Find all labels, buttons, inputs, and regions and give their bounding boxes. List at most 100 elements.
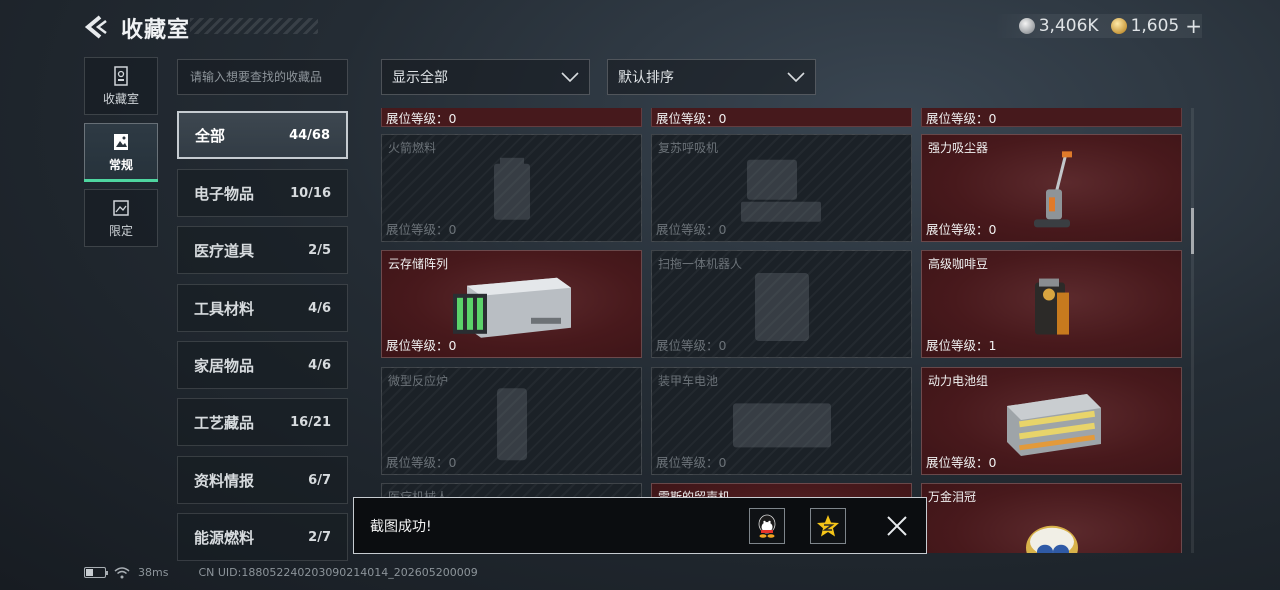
battery-icon [84,567,108,578]
item-name: 火箭燃料 [388,141,437,155]
category-count: 10/16 [290,185,331,201]
chevron-down-icon [787,72,805,82]
back-arrow-icon[interactable] [84,14,108,40]
silver-currency-value: 3,406K [1038,16,1099,36]
collection-card-rocket-fuel[interactable]: 火箭燃料 展位等级：0 [381,134,642,242]
category-intel[interactable]: 资料情报 6/7 [177,456,348,504]
category-count: 4/6 [308,357,331,373]
collection-card-cloud-storage[interactable]: 云存储阵列 展位等级：0 [381,250,642,358]
chevron-down-icon [561,72,579,82]
category-medical[interactable]: 医疗道具 2/5 [177,226,348,274]
category-count: 6/7 [308,472,331,488]
search-input[interactable] [177,59,348,95]
booth-level: 展位等级：0 [926,455,997,470]
category-name: 全部 [195,126,226,145]
item-name: 装甲车电池 [658,374,719,388]
show-filter-value: 显示全部 [392,70,448,86]
item-name: 云存储阵列 [388,257,449,271]
currency-bar: 3,406K 1,605 + [994,14,1202,38]
collection-card-partial[interactable]: 展位等级：0 [651,108,912,127]
category-name: 资料情报 [194,471,255,490]
ping-value: 38ms [138,566,169,579]
armored-battery-icon [732,403,831,448]
tab-label: 限定 [108,223,133,238]
ventilator-icon [740,159,821,222]
screenshot-toast: 截图成功! [353,497,927,554]
item-name: 扫拖一体机器人 [658,257,743,271]
micro-reactor-icon [496,388,527,461]
collection-card-jeweled-egg[interactable]: 万金泪冠 [921,483,1182,553]
collection-card-ventilator[interactable]: 复苏呼吸机 展位等级：0 [651,134,912,242]
collection-card-power-battery[interactable]: 动力电池组 展位等级：0 [921,367,1182,475]
category-name: 家居物品 [194,356,255,375]
close-icon[interactable] [886,515,908,537]
category-tools[interactable]: 工具材料 4/6 [177,284,348,332]
toast-message: 截图成功! [370,519,432,535]
tab-regular[interactable]: 常规 [84,123,158,182]
limited-icon [113,199,129,216]
tab-limited[interactable]: 限定 [84,189,158,247]
grid-scrollbar[interactable] [1191,108,1194,553]
category-count: 16/21 [290,414,331,430]
gold-currency[interactable]: 1,605 + [1110,14,1202,38]
gold-coin-icon [1110,18,1127,34]
collection-card-mop-robot[interactable]: 扫拖一体机器人 展位等级：0 [651,250,912,358]
category-count: 2/7 [308,529,331,545]
booth-level: 展位等级：0 [656,222,727,237]
collection-card-vacuum[interactable]: 强力吸尘器 展位等级：0 [921,134,1182,242]
tab-collection-room[interactable]: 收藏室 [84,57,158,115]
category-name: 医疗道具 [194,241,255,260]
item-name: 动力电池组 [928,374,989,388]
sort-dropdown[interactable]: 默认排序 [607,59,816,95]
collection-room-icon [114,65,128,86]
silver-coin-icon [1018,18,1035,34]
status-footer: 38ms CN UID:188052240203090214014_202605… [84,566,478,579]
tab-label: 常规 [108,157,133,172]
add-currency-icon[interactable]: + [1185,14,1202,38]
collection-card-armored-battery[interactable]: 装甲车电池 展位等级：0 [651,367,912,475]
share-qzone-button[interactable] [810,508,846,544]
booth-level: 展位等级：0 [926,111,997,126]
booth-level: 展位等级：0 [656,455,727,470]
booth-level: 展位等级：0 [926,222,997,237]
category-count: 4/6 [308,300,331,316]
booth-level: 展位等级：0 [386,222,457,237]
share-qq-button[interactable] [749,508,785,544]
category-name: 电子物品 [194,184,255,203]
qzone-icon [817,515,839,537]
collection-card-partial[interactable]: 展位等级：0 [921,108,1182,127]
grid-scrollbar-thumb[interactable] [1191,208,1194,254]
regular-icon [114,133,128,150]
collection-card-micro-reactor[interactable]: 微型反应炉 展位等级：0 [381,367,642,475]
booth-level: 展位等级：1 [926,338,997,353]
mop-robot-icon [754,273,809,342]
wifi-icon [114,566,130,578]
category-count: 44/68 [289,127,330,143]
user-uid: CN UID:188052240203090214014_20260520000… [198,566,478,579]
silver-currency: 3,406K [1018,16,1099,36]
gold-currency-value: 1,605 [1130,16,1180,36]
qq-icon [758,514,776,538]
collection-card-coffee-beans[interactable]: 高级咖啡豆 展位等级：1 [921,250,1182,358]
collection-card-partial[interactable]: 展位等级：0 [381,108,642,127]
category-crafts[interactable]: 工艺藏品 16/21 [177,398,348,446]
title-decoration [190,18,318,34]
power-battery-pack-icon [1006,394,1101,457]
category-count: 2/5 [308,242,331,258]
category-name: 工艺藏品 [194,413,255,432]
item-name: 强力吸尘器 [928,141,989,155]
booth-level: 展位等级：0 [386,338,457,353]
category-electronics[interactable]: 电子物品 10/16 [177,169,348,217]
category-name: 工具材料 [194,299,255,318]
collection-grid[interactable]: 展位等级：0 展位等级：0 展位等级：0 火箭燃料 展位等级：0 复苏呼吸机 展… [381,108,1183,553]
category-household[interactable]: 家居物品 4/6 [177,341,348,389]
sort-value: 默认排序 [618,70,674,86]
show-filter-dropdown[interactable]: 显示全部 [381,59,590,95]
booth-level: 展位等级：0 [386,111,457,126]
category-all[interactable]: 全部 44/68 [177,111,348,159]
rocket-fuel-icon [493,157,530,220]
jeweled-egg-icon [1025,525,1078,553]
booth-level: 展位等级：0 [656,338,727,353]
category-energy[interactable]: 能源燃料 2/7 [177,513,348,561]
tab-label: 收藏室 [102,91,139,106]
